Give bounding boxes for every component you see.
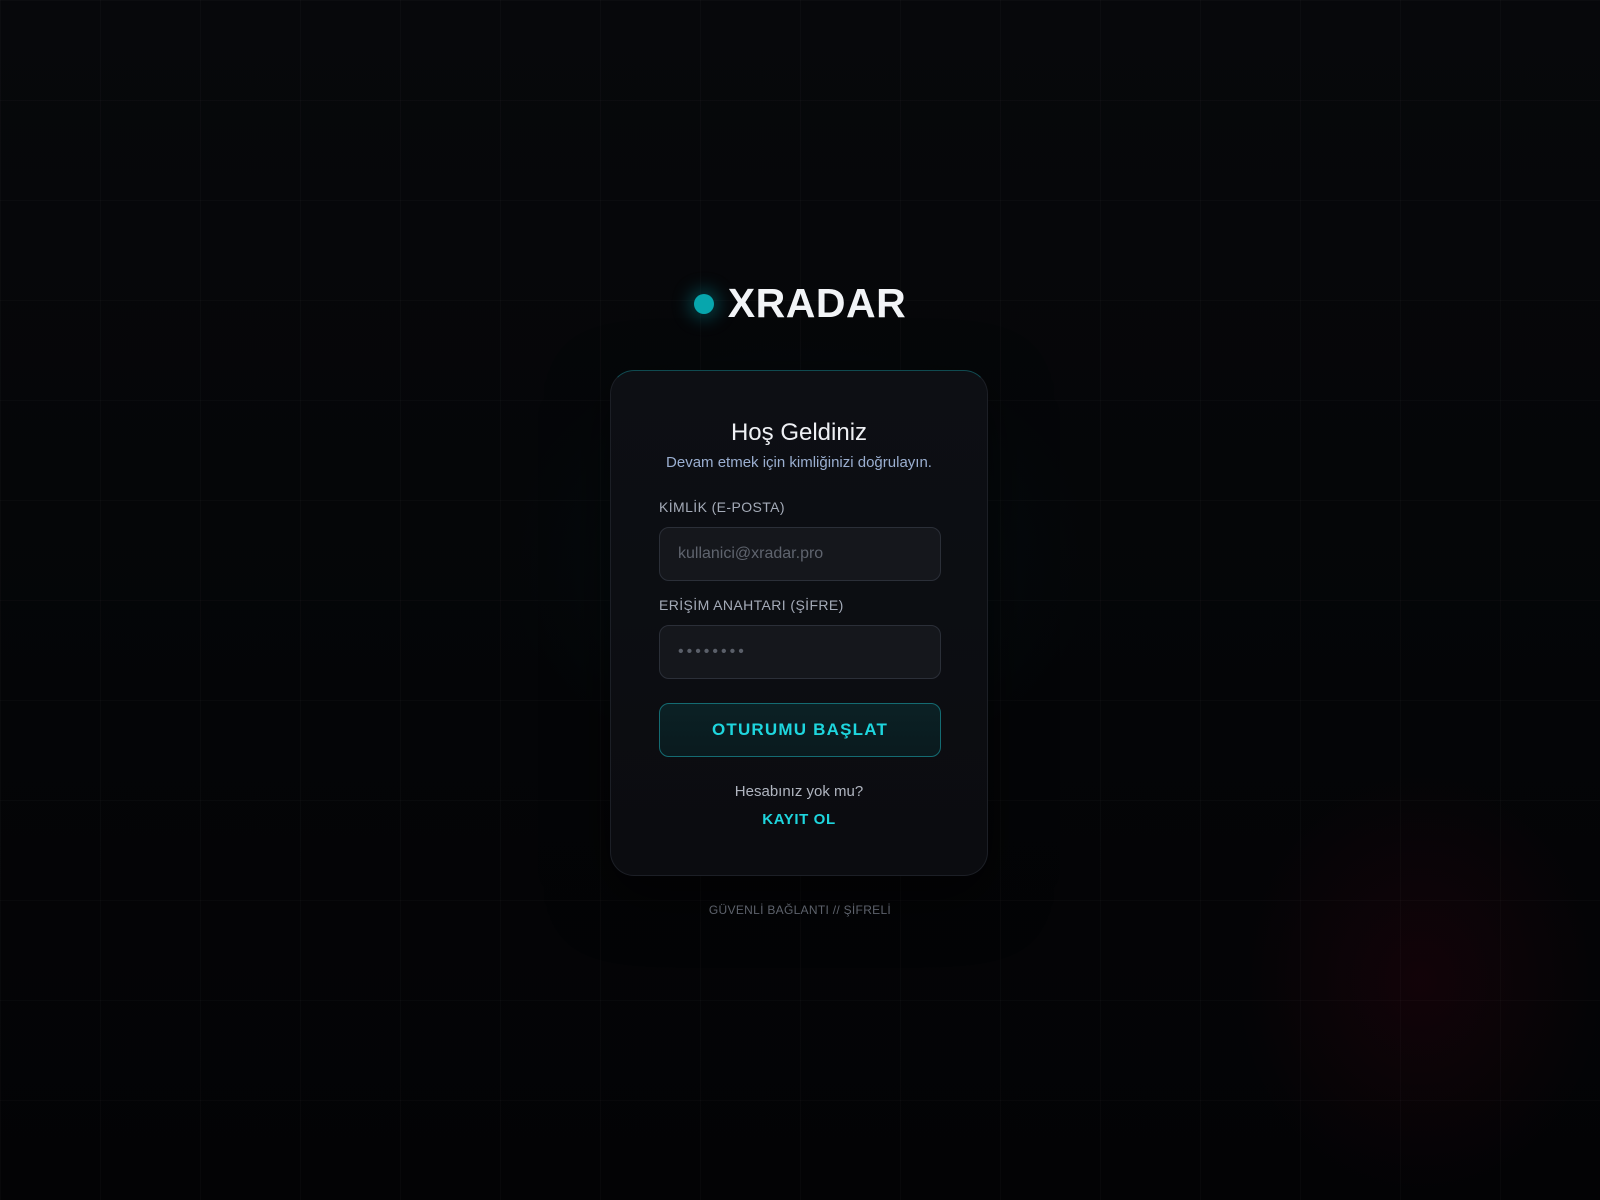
secure-connection-footer: GÜVENLİ BAĞLANTI // ŞİFRELİ [708, 903, 892, 917]
password-label: ERİŞİM ANAHTARI (ŞİFRE) [659, 597, 844, 613]
brand-logo: XRADAR [0, 283, 1600, 324]
card-subtitle: Devam etmek için kimliğinizi doğrulayın. [666, 454, 932, 471]
brand-name: XRADAR [727, 280, 907, 326]
email-field[interactable] [659, 527, 941, 581]
brand-dot-icon [693, 293, 714, 314]
password-field[interactable] [659, 625, 941, 679]
login-page: XRADAR Hoş Geldiniz Devam etmek için kim… [0, 0, 1600, 1200]
email-label: KİMLİK (E-POSTA) [659, 499, 785, 515]
card-title: Hoş Geldiniz [730, 419, 868, 446]
no-account-text: Hesabınız yok mu? [734, 783, 864, 800]
register-link[interactable]: KAYIT OL [611, 811, 987, 828]
start-session-button[interactable]: OTURUMU BAŞLAT [659, 703, 941, 757]
login-card: Hoş Geldiniz Devam etmek için kimliğiniz… [610, 370, 988, 876]
